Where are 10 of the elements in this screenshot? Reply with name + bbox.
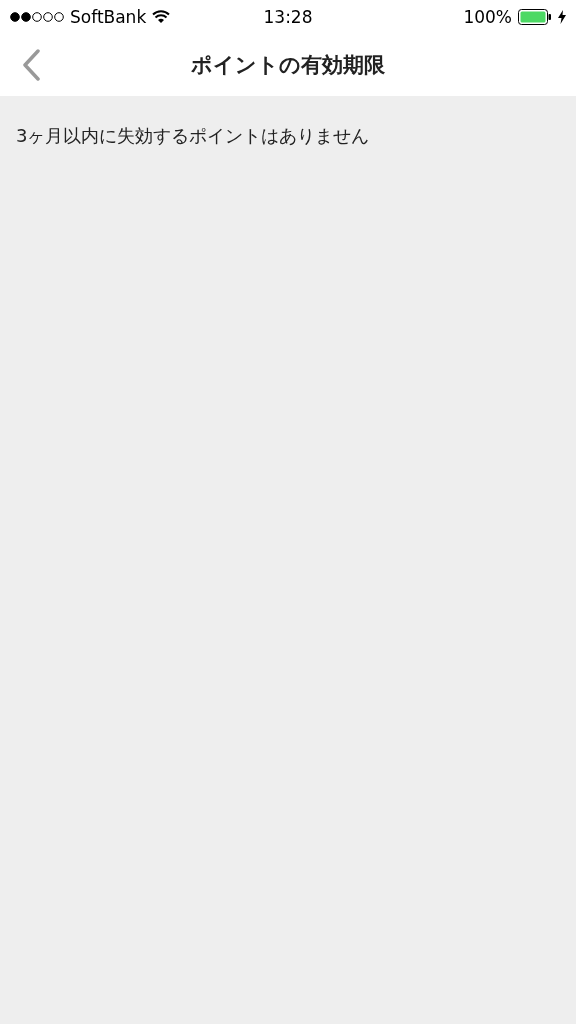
screen-title: ポイントの有効期限 bbox=[191, 52, 385, 79]
carrier-name: SoftBank bbox=[70, 7, 147, 27]
signal-icon bbox=[10, 12, 64, 22]
charging-icon bbox=[558, 10, 566, 24]
back-chevron-icon bbox=[22, 49, 40, 81]
empty-message: 3ヶ月以内に失効するポイントはありません bbox=[16, 124, 371, 148]
status-time: 13:28 bbox=[263, 7, 313, 27]
wifi-icon bbox=[152, 10, 171, 24]
battery-percent: 100% bbox=[463, 7, 512, 27]
battery-icon bbox=[518, 9, 552, 25]
